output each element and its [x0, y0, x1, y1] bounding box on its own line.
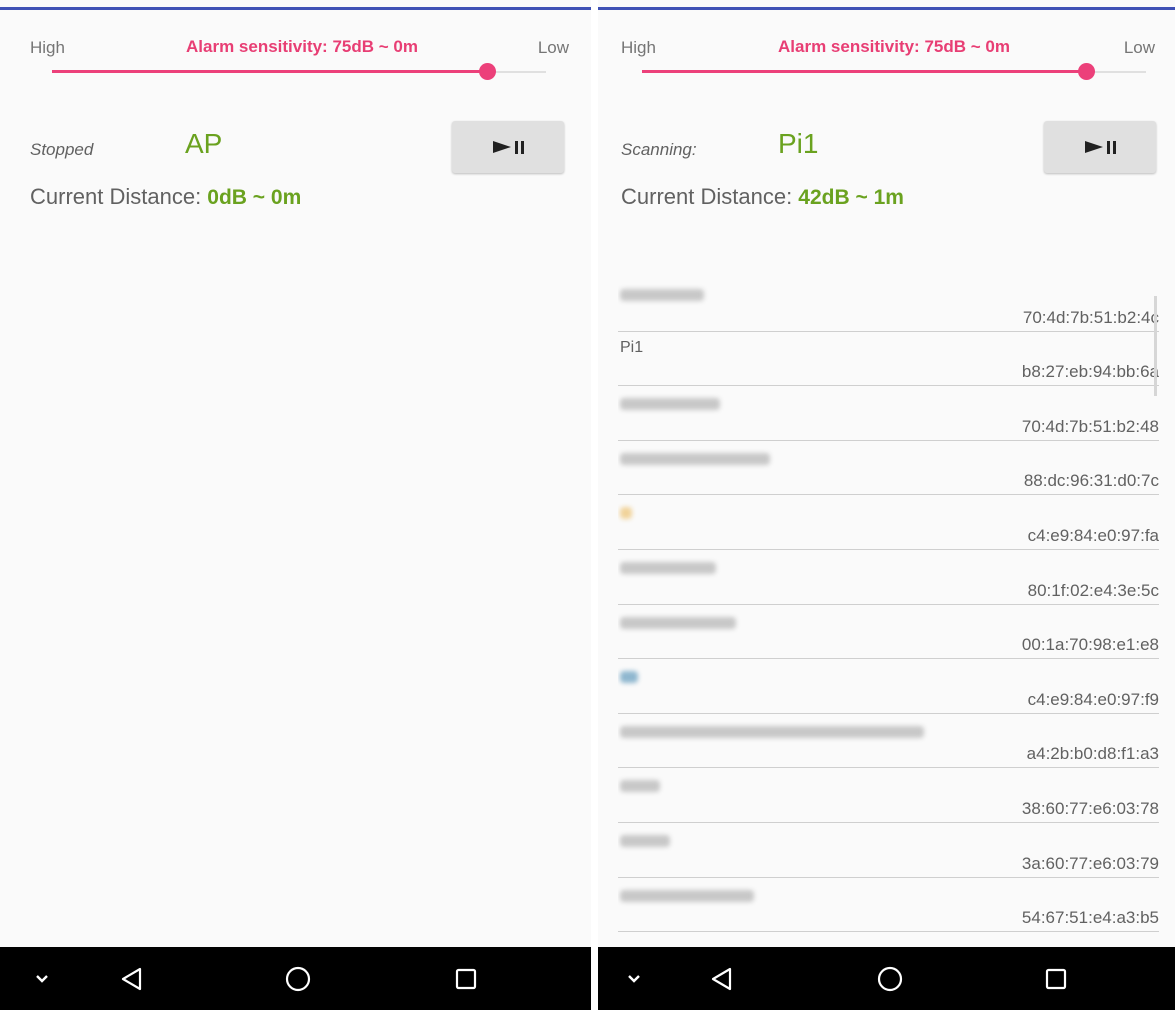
nav-home-button[interactable] [268, 947, 328, 1010]
slider-fill [52, 70, 487, 73]
slider-thumb[interactable] [1077, 63, 1095, 80]
phone-screen-stopped: High Alarm sensitivity: 75dB ~ 0m Low St… [0, 0, 591, 1010]
sensitivity-low-label: Low [537, 38, 569, 57]
back-triangle-icon [121, 967, 142, 990]
device-name [620, 289, 704, 301]
recents-square-icon [455, 968, 477, 989]
navigation-bar [598, 947, 1175, 1010]
device-mac-address: c4:e9:84:e0:97:f9 [1027, 689, 1159, 709]
sensitivity-low-label: Low [1123, 38, 1155, 57]
device-mac-address: 70:4d:7b:51:b2:48 [1021, 416, 1159, 436]
device-list-item[interactable]: 54:67:51:e4:a3:b5 [618, 878, 1159, 933]
target-name: Pi1 [778, 128, 819, 159]
alarm-sensitivity-label: Alarm sensitivity: 75dB ~ 0m [186, 37, 418, 56]
nav-back-button[interactable] [102, 947, 162, 1010]
device-list-item[interactable]: c4:e9:84:e0:97:fa [618, 495, 1159, 550]
device-name [620, 561, 716, 574]
current-distance: Current Distance: 42dB ~ 1m [621, 184, 904, 210]
chevron-down-icon [36, 974, 48, 983]
device-list-item[interactable]: 00:1a:70:98:e1:e8 [618, 605, 1159, 660]
device-list[interactable]: 70:4d:7b:51:b2:4c Pi1 b8:27:eb:94:bb:6a 70:… [618, 277, 1159, 946]
device-name [620, 616, 736, 629]
home-circle-icon [285, 966, 311, 991]
sensitivity-high-label: High [621, 38, 656, 57]
nav-hide-keyboard-button[interactable] [604, 947, 664, 1010]
device-mac-address: 54:67:51:e4:a3:b5 [1021, 908, 1159, 928]
current-distance-label: Current Distance: [30, 184, 208, 209]
current-distance-value: 42dB ~ 1m [798, 186, 904, 209]
device-list-item[interactable]: 38:60:77:e6:03:78 [618, 768, 1159, 823]
device-mac-address: 80:1f:02:e4:3e:5c [1027, 580, 1159, 600]
navigation-bar [0, 947, 591, 1010]
device-name [620, 834, 670, 847]
sensitivity-high-label: High [30, 38, 65, 57]
device-list-item[interactable]: 70:4d:7b:51:b2:4c [618, 277, 1159, 332]
screenshot-stage: High Alarm sensitivity: 75dB ~ 0m Low St… [0, 0, 1175, 1010]
sensitivity-slider[interactable] [642, 62, 1146, 82]
device-list-item[interactable]: Pi1 b8:27:eb:94:bb:6a [618, 332, 1159, 387]
device-name [620, 725, 924, 738]
device-mac-address: 88:dc:96:31:d0:7c [1023, 471, 1159, 491]
device-name: Pi1 [620, 338, 644, 356]
device-list-item[interactable]: c4:e9:84:e0:97:f9 [618, 659, 1159, 714]
scan-status: Scanning: [621, 140, 697, 159]
current-distance-value: 0dB ~ 0m [207, 186, 302, 209]
device-mac-address: 70:4d:7b:51:b2:4c [1022, 307, 1159, 327]
device-mac-address: 00:1a:70:98:e1:e8 [1021, 635, 1159, 655]
device-list-item[interactable]: 3a:60:77:e6:03:79 [618, 823, 1159, 878]
top-accent-bar [598, 7, 1175, 10]
nav-hide-keyboard-button[interactable] [12, 947, 72, 1010]
back-triangle-icon [711, 967, 732, 990]
pause-icon [1106, 140, 1116, 154]
device-mac-address: a4:2b:b0:d8:f1:a3 [1026, 744, 1159, 764]
target-name: AP [185, 128, 223, 159]
phone-screen-scanning: High Alarm sensitivity: 75dB ~ 0m Low Sc… [598, 0, 1175, 1010]
recents-square-icon [1045, 968, 1067, 989]
home-circle-icon [877, 966, 903, 991]
slider-fill [642, 70, 1086, 73]
device-list-item[interactable]: 70:4d:7b:51:b2:48 [618, 386, 1159, 441]
list-scrollbar[interactable] [1154, 296, 1157, 396]
play-pause-button[interactable] [452, 121, 564, 173]
device-mac-address: 38:60:77:e6:03:78 [1021, 798, 1159, 818]
nav-back-button[interactable] [692, 947, 752, 1010]
slider-thumb[interactable] [478, 63, 496, 80]
play-pause-button[interactable] [1044, 121, 1156, 173]
device-name [620, 889, 754, 902]
scan-status: Stopped [30, 140, 94, 159]
nav-recents-button[interactable] [436, 947, 496, 1010]
device-list-item[interactable]: 88:dc:96:31:d0:7c [618, 441, 1159, 496]
play-icon [1084, 141, 1103, 153]
device-name [620, 671, 638, 684]
chevron-down-icon [628, 974, 640, 983]
device-name [620, 507, 632, 520]
device-name [620, 452, 770, 465]
device-mac-address: 3a:60:77:e6:03:79 [1021, 853, 1159, 873]
play-icon [492, 141, 511, 153]
top-accent-bar [0, 7, 591, 10]
current-distance-label: Current Distance: [621, 184, 799, 209]
device-list-item[interactable]: 80:1f:02:e4:3e:5c [618, 550, 1159, 605]
device-mac-address: b8:27:eb:94:bb:6a [1021, 362, 1159, 382]
current-distance: Current Distance: 0dB ~ 0m [30, 184, 301, 210]
alarm-sensitivity-label: Alarm sensitivity: 75dB ~ 0m [778, 37, 1010, 56]
sensitivity-slider[interactable] [52, 62, 546, 82]
pause-icon [514, 140, 524, 154]
nav-home-button[interactable] [860, 947, 920, 1010]
device-name [620, 780, 660, 793]
device-mac-address: c4:e9:84:e0:97:fa [1027, 525, 1159, 545]
device-list-item[interactable]: a4:2b:b0:d8:f1:a3 [618, 714, 1159, 769]
device-name [620, 398, 720, 411]
nav-recents-button[interactable] [1026, 947, 1086, 1010]
